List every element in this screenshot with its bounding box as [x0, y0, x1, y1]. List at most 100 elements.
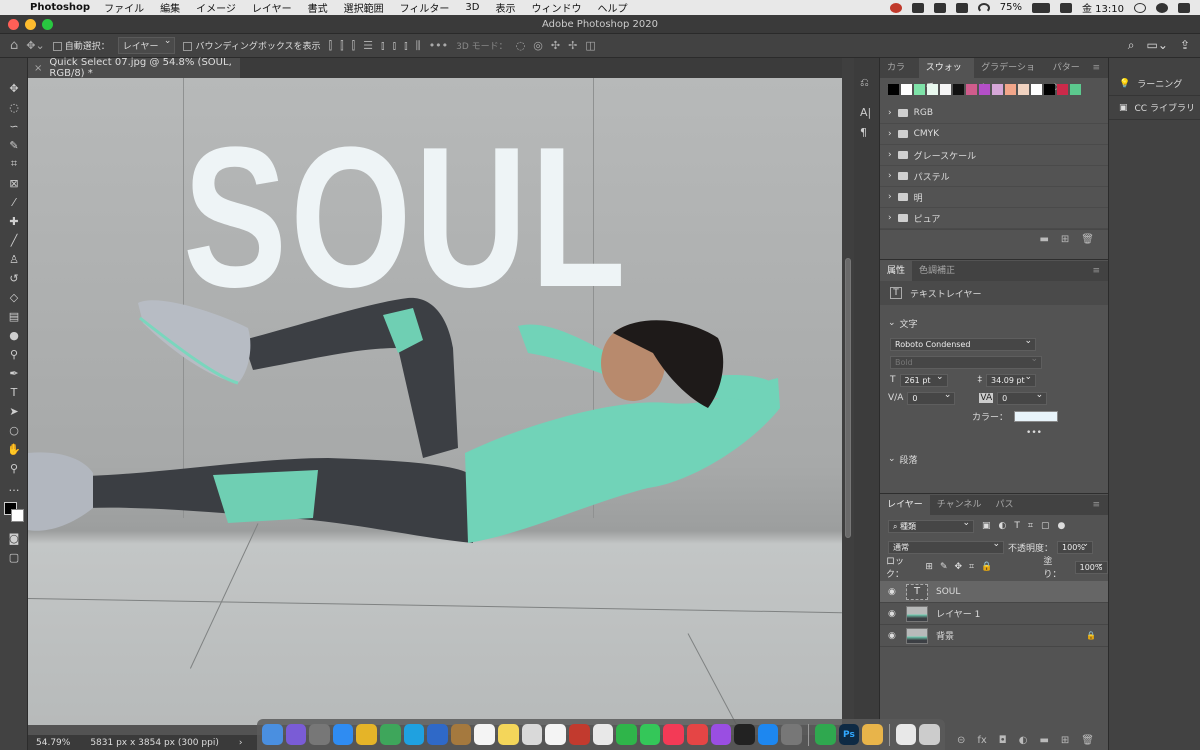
font-a-icon[interactable] — [955, 2, 968, 13]
opacity-field[interactable]: 100% — [1057, 539, 1094, 554]
dock-app-messages-icon[interactable] — [639, 724, 661, 745]
tab-swatches[interactable]: スウォッチ — [918, 58, 975, 93]
new-group-icon[interactable]: ▬ — [1039, 735, 1048, 746]
align-bottom-icon[interactable]: ⫾ — [404, 39, 408, 53]
new-swatch-icon[interactable]: ⊞ — [1061, 234, 1069, 245]
screen-mode-icon[interactable]: ▢ — [6, 549, 22, 565]
color-swatch[interactable] — [1070, 84, 1081, 95]
menu-clock[interactable]: 金 13:10 — [1082, 0, 1124, 15]
clone-stamp-icon[interactable]: ♙ — [6, 251, 22, 267]
menu-file[interactable]: ファイル — [104, 0, 144, 15]
dock-app-skype-icon[interactable] — [403, 724, 425, 745]
dock-app-documents-icon[interactable] — [895, 724, 917, 745]
dock-app-trash-icon[interactable] — [919, 724, 941, 745]
filter-type-icon[interactable]: T — [1014, 521, 1020, 531]
blur-tool-icon[interactable]: ● — [6, 327, 22, 343]
dock-app-photos-icon[interactable] — [592, 724, 614, 745]
auto-select-checkbox[interactable]: 自動選択： — [52, 39, 110, 52]
tab-color[interactable]: カラー — [880, 58, 919, 93]
quick-select-tool-icon[interactable]: ✎ — [6, 137, 22, 153]
menu-app-name[interactable]: Photoshop — [30, 2, 90, 13]
menu-type[interactable]: 書式 — [308, 0, 328, 15]
align-center-icon[interactable]: ⫿ — [340, 39, 344, 53]
hand-tool-icon[interactable]: ✋ — [6, 441, 22, 457]
move-tool-preset-icon[interactable]: ✥⌄ — [26, 39, 44, 52]
blend-mode-dropdown[interactable]: 通常 — [888, 539, 1004, 554]
scrollbar-thumb[interactable] — [845, 258, 851, 538]
history-panel-icon[interactable]: ⎌ — [860, 76, 874, 90]
collapse-text-section-icon[interactable]: ⌄ — [888, 318, 896, 328]
text-section-title[interactable]: 文字 — [900, 317, 918, 330]
close-window-button[interactable] — [8, 19, 19, 30]
color-swatch[interactable] — [953, 84, 964, 95]
menu-window[interactable]: ウィンドウ — [531, 0, 581, 15]
dock-app-tv-icon[interactable] — [734, 724, 755, 745]
swatch-folder[interactable]: › 明 — [880, 187, 1108, 208]
color-swatch[interactable] — [888, 84, 899, 95]
auto-select-dropdown[interactable]: レイヤー — [117, 36, 176, 54]
filter-adjustment-icon[interactable]: ◐ — [999, 521, 1007, 531]
distribute-icon[interactable]: ☰ — [363, 39, 373, 52]
paragraph-panel-icon[interactable]: ¶ — [860, 126, 874, 140]
menu-select[interactable]: 選択範囲 — [344, 0, 384, 15]
chevron-right-icon[interactable]: › — [888, 171, 892, 181]
dock-app-chrome-icon[interactable] — [356, 724, 378, 745]
dock-app-notebook-icon[interactable] — [450, 724, 472, 745]
align-right-icon[interactable]: ⫿ — [352, 39, 356, 53]
tab-layers[interactable]: レイヤー — [880, 495, 930, 515]
dock-app-safari-icon[interactable] — [332, 724, 354, 745]
delete-layer-icon[interactable]: 🗑 — [1081, 735, 1094, 746]
dock-app-reminders-icon[interactable] — [545, 724, 566, 745]
tab-properties[interactable]: 属性 — [880, 261, 913, 281]
menu-view[interactable]: 表示 — [495, 0, 515, 15]
control-center-icon[interactable] — [1178, 2, 1190, 13]
dock-app-app-store-icon[interactable] — [757, 724, 779, 745]
dock-app-system-preferences-icon[interactable] — [781, 724, 803, 745]
align-top-icon[interactable]: ⫾ — [381, 39, 385, 53]
dock-app-finder-icon[interactable] — [262, 724, 283, 745]
zoom-level[interactable]: 54.79% — [36, 738, 70, 748]
tab-paths[interactable]: パス — [988, 495, 1020, 515]
dock-app-notes-icon[interactable] — [498, 724, 519, 745]
swatch-folder[interactable]: › ピュア — [880, 208, 1108, 229]
add-mask-icon[interactable]: ◘ — [999, 735, 1007, 746]
visibility-eye-icon[interactable]: ◉ — [888, 587, 898, 597]
flag-icon[interactable] — [1060, 2, 1072, 13]
document-canvas[interactable]: SOUL — [28, 78, 842, 725]
user-icon[interactable] — [1156, 2, 1168, 13]
layer-filter-dropdown[interactable]: ⌕ 種類 — [888, 518, 974, 533]
creative-cloud-icon[interactable] — [889, 2, 902, 13]
quick-mask-icon[interactable]: ◙ — [6, 530, 22, 546]
share-icon[interactable]: ⇪ — [1180, 38, 1190, 53]
layer-row[interactable]: ◉ レイヤー 1 — [880, 603, 1108, 625]
zoom-tool-icon[interactable]: ⚲ — [6, 460, 22, 476]
tab-patterns[interactable]: パターン — [1046, 58, 1093, 93]
leading-field[interactable]: 34.09 pt — [986, 372, 1036, 387]
history-brush-icon[interactable]: ↺ — [6, 270, 22, 286]
new-fill-layer-icon[interactable]: ◐ — [1019, 735, 1028, 746]
lock-artboard-icon[interactable]: ⌗ — [969, 562, 974, 572]
dock-app-calendar-icon[interactable] — [474, 724, 496, 745]
dock-app-chrome-canary-icon[interactable] — [380, 724, 401, 745]
status-icon[interactable] — [911, 2, 924, 13]
distribute-horizontal-icon[interactable]: ⫼ — [416, 39, 421, 53]
home-icon[interactable]: ⌂ — [10, 38, 18, 53]
visibility-eye-icon[interactable]: ◉ — [888, 609, 898, 619]
chevron-right-icon[interactable]: › — [888, 192, 892, 202]
layer-row[interactable]: ◉ 背景 🔒 — [880, 625, 1108, 647]
search-icon[interactable]: ⌕ — [1128, 38, 1135, 53]
dock-app-illustrator-icon[interactable] — [862, 724, 883, 745]
color-swatch[interactable] — [1044, 84, 1055, 95]
lock-icon[interactable]: 🔒 — [1086, 631, 1096, 640]
new-group-icon[interactable]: ▬ — [1039, 234, 1048, 245]
status-menu-arrow-icon[interactable]: › — [239, 738, 243, 748]
dock-app-numbers-icon[interactable] — [815, 724, 836, 745]
menu-layer[interactable]: レイヤー — [252, 0, 292, 15]
dock-app-dictionary-icon[interactable] — [568, 724, 590, 745]
lasso-tool-icon[interactable]: ∽ — [6, 118, 22, 134]
menu-image[interactable]: イメージ — [196, 0, 236, 15]
grid-icon[interactable] — [933, 2, 946, 13]
type-tool-icon[interactable]: T — [6, 384, 22, 400]
tab-channels[interactable]: チャンネル — [930, 495, 989, 515]
new-layer-icon[interactable]: ⊞ — [1061, 735, 1069, 746]
